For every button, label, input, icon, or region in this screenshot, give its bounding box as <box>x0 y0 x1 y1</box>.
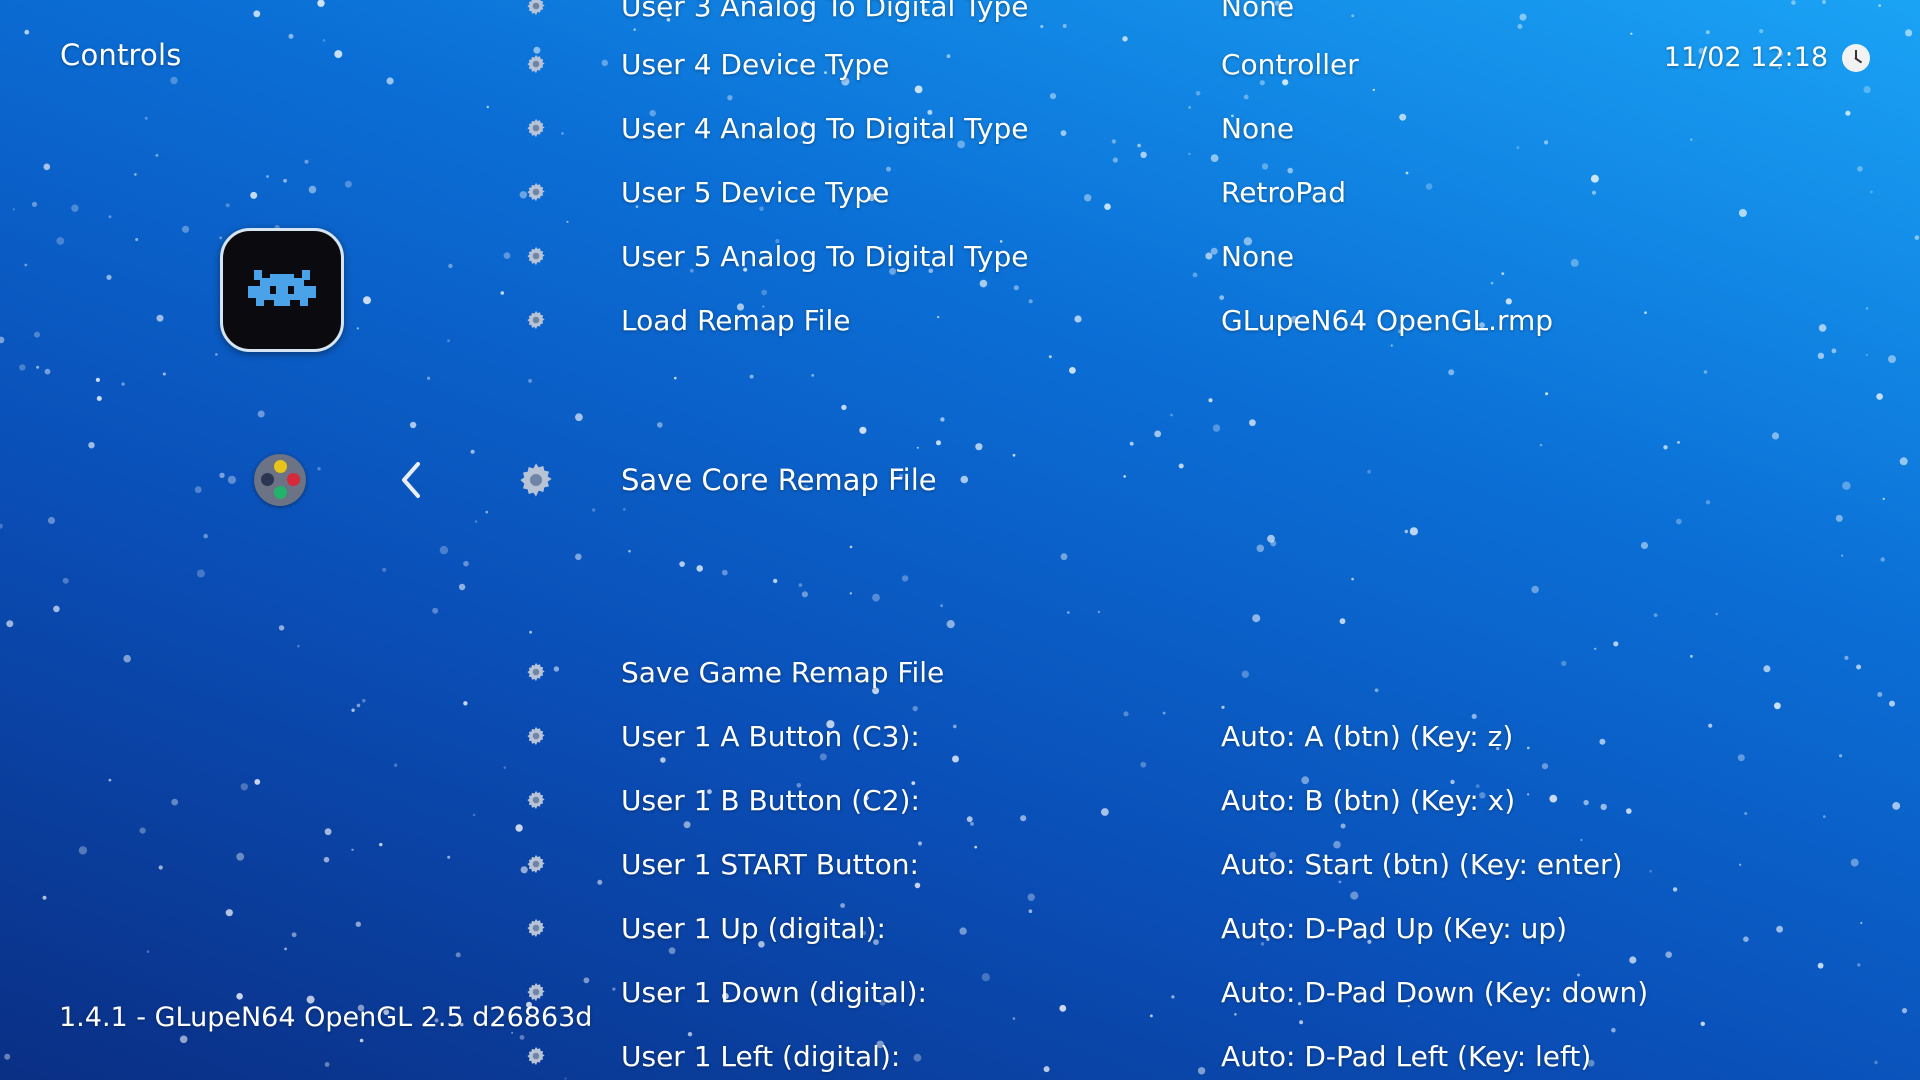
gear-icon <box>510 309 562 331</box>
gear-icon <box>510 53 562 75</box>
menu-item[interactable]: User 1 Up (digital): Auto: D-Pad Up (Key:… <box>510 908 1870 948</box>
menu-item-value: RetroPad <box>1221 175 1346 209</box>
menu-item-label: User 1 Up (digital): <box>621 911 886 945</box>
menu-item[interactable]: User 4 Analog To Digital Type None <box>510 108 1870 148</box>
menu-item[interactable]: User 1 Left (digital): Auto: D-Pad Left (… <box>510 1036 1870 1076</box>
menu-item-value: None <box>1221 239 1295 273</box>
menu-item-value: None <box>1221 0 1295 23</box>
gear-icon <box>510 460 562 500</box>
menu-item-value: Auto: A (btn) (Key: z) <box>1221 719 1514 753</box>
version-label: 1.4.1 - GLupeN64 OpenGL 2.5 d26863d <box>59 1002 593 1033</box>
gear-icon <box>510 789 562 811</box>
gear-icon <box>510 917 562 939</box>
menu-item-value: Auto: D-Pad Left (Key: left) <box>1221 1039 1592 1073</box>
settings-menu-list: User 3 Analog To Digital Type None User 4 … <box>0 0 1920 1080</box>
menu-item[interactable]: User 5 Device Type RetroPad <box>510 172 1870 212</box>
menu-item[interactable]: User 1 B Button (C2): Auto: B (btn) (Key:… <box>510 780 1870 820</box>
menu-item-label: User 1 Down (digital): <box>621 975 927 1009</box>
menu-item[interactable]: User 4 Device Type Controller <box>510 44 1870 84</box>
menu-item-label: Save Game Remap File <box>621 655 945 689</box>
menu-item-label: User 5 Analog To Digital Type <box>621 239 1029 273</box>
menu-item[interactable]: User 1 START Button: Auto: Start (btn) (K… <box>510 844 1870 884</box>
gear-icon <box>510 0 562 17</box>
gear-icon <box>510 853 562 875</box>
menu-item-label: User 3 Analog To Digital Type <box>621 0 1029 23</box>
menu-item-value: Auto: D-Pad Up (Key: up) <box>1221 911 1568 945</box>
gear-icon <box>510 181 562 203</box>
gear-icon <box>510 661 562 683</box>
gear-icon <box>510 981 562 1003</box>
gear-icon <box>510 1045 562 1067</box>
menu-item[interactable]: Save Core Remap File <box>510 460 1870 500</box>
menu-item-value: None <box>1221 111 1295 145</box>
menu-item-label: Save Core Remap File <box>621 463 937 497</box>
menu-item-value: GLupeN64 OpenGL.rmp <box>1221 303 1554 337</box>
menu-item-value: Auto: B (btn) (Key: x) <box>1221 783 1516 817</box>
menu-item[interactable]: User 3 Analog To Digital Type None <box>510 0 1870 26</box>
menu-item[interactable]: User 5 Analog To Digital Type None <box>510 236 1870 276</box>
menu-item-label: Load Remap File <box>621 303 851 337</box>
menu-item-label: User 4 Analog To Digital Type <box>621 111 1029 145</box>
gear-icon <box>510 117 562 139</box>
menu-item[interactable]: Load Remap File GLupeN64 OpenGL.rmp <box>510 300 1870 340</box>
gear-icon <box>510 245 562 267</box>
menu-item-label: User 1 A Button (C3): <box>621 719 920 753</box>
menu-item-label: User 1 Left (digital): <box>621 1039 901 1073</box>
gear-icon <box>510 725 562 747</box>
menu-item-value: Controller <box>1221 47 1359 81</box>
menu-item[interactable]: User 1 Down (digital): Auto: D-Pad Down (… <box>510 972 1870 1012</box>
menu-item-label: User 5 Device Type <box>621 175 890 209</box>
menu-item-label: User 1 B Button (C2): <box>621 783 920 817</box>
menu-item[interactable]: Save Game Remap File <box>510 652 1870 692</box>
menu-item-value: Auto: Start (btn) (Key: enter) <box>1221 847 1623 881</box>
menu-item-label: User 4 Device Type <box>621 47 890 81</box>
menu-item-label: User 1 START Button: <box>621 847 919 881</box>
menu-item-value: Auto: D-Pad Down (Key: down) <box>1221 975 1649 1009</box>
menu-item[interactable]: User 1 A Button (C3): Auto: A (btn) (Key:… <box>510 716 1870 756</box>
